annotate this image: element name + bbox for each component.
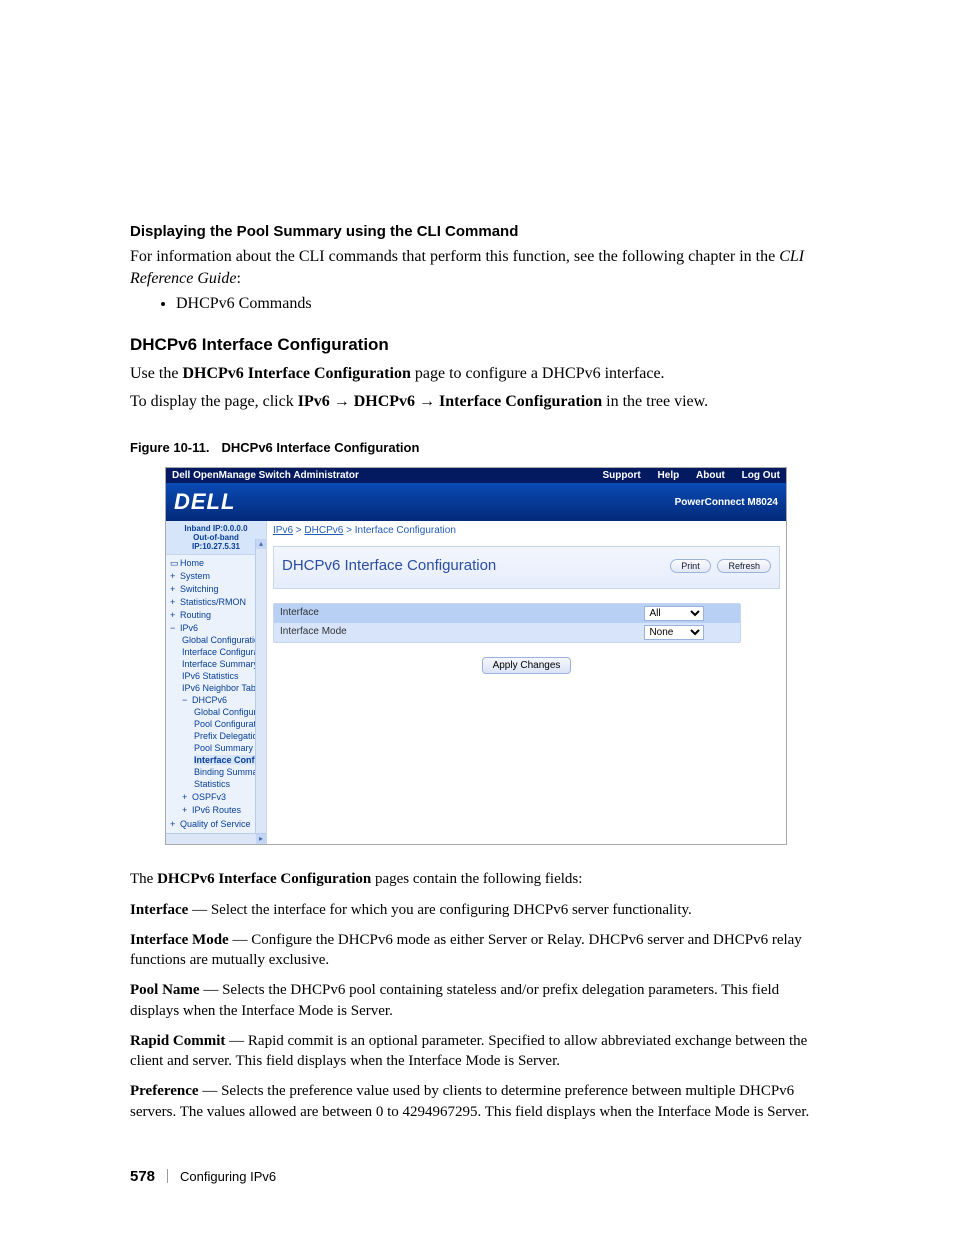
- sidebar-hscroll[interactable]: ▸: [166, 833, 266, 844]
- link-help[interactable]: Help: [658, 470, 680, 481]
- label: Home: [180, 558, 204, 568]
- chapter-name: Configuring IPv6: [180, 1169, 276, 1184]
- oob-ip: Out-of-band IP:10.27.5.31: [170, 533, 262, 551]
- tree-qos[interactable]: +Quality of Service: [170, 818, 266, 831]
- tree-ipv6-routes[interactable]: +IPv6 Routes: [182, 804, 266, 817]
- text: pages contain the following fields:: [371, 871, 582, 887]
- figure-title: DHCPv6 Interface Configuration: [221, 440, 419, 455]
- field-text: — Selects the preference value used by c…: [130, 1083, 809, 1119]
- para-cli-ref: For information about the CLI commands t…: [130, 246, 824, 289]
- scroll-right-icon[interactable]: ▸: [256, 834, 266, 844]
- tree-stats[interactable]: +Statistics/RMON: [170, 596, 266, 609]
- logo-bar: DELL PowerConnect M8024: [166, 483, 786, 521]
- label: Routing: [180, 610, 211, 620]
- text-bold: IPv6 → DHCPv6 → Interface Configuration: [298, 393, 602, 410]
- label: IPv6: [180, 623, 198, 633]
- para-use: Use the DHCPv6 Interface Configuration p…: [130, 363, 824, 385]
- text: in the tree view.: [602, 393, 708, 410]
- tree-iface-summary[interactable]: Interface Summary: [182, 658, 266, 670]
- field-text: — Select the interface for which you are…: [188, 902, 691, 918]
- mode-select[interactable]: None: [644, 625, 704, 640]
- field-desc-preference: Preference — Selects the preference valu…: [130, 1081, 824, 1122]
- label: Quality of Service: [180, 819, 251, 829]
- ip-box: Inband IP:0.0.0.0 Out-of-band IP:10.27.5…: [166, 521, 266, 555]
- main-panel: IPv6 > DHCPv6 > Interface Configuration …: [267, 521, 786, 844]
- tree-ipv6[interactable]: −IPv6 Global Configuration Interface Con…: [170, 622, 266, 818]
- form-label-mode: Interface Mode: [274, 623, 638, 642]
- tree-switching[interactable]: +Switching: [170, 583, 266, 596]
- field-label: Pool Name: [130, 982, 200, 998]
- divider: [167, 1169, 168, 1183]
- text: :: [236, 270, 240, 287]
- link-logout[interactable]: Log Out: [742, 470, 780, 481]
- print-button[interactable]: Print: [670, 559, 711, 573]
- field-label: Interface: [130, 902, 188, 918]
- field-desc-rapid: Rapid Commit — Rapid commit is an option…: [130, 1031, 824, 1072]
- label: IPv6 Routes: [192, 805, 241, 815]
- field-desc-pool: Pool Name — Selects the DHCPv6 pool cont…: [130, 980, 824, 1021]
- text: For information about the CLI commands t…: [130, 248, 779, 265]
- refresh-button[interactable]: Refresh: [717, 559, 771, 573]
- text: page to configure a DHCPv6 interface.: [411, 365, 665, 382]
- field-label: Interface Mode: [130, 932, 229, 948]
- crumb-dhcpv6[interactable]: DHCPv6: [304, 525, 343, 536]
- text: To display the page, click: [130, 393, 298, 410]
- scroll-up-icon[interactable]: ▴: [256, 539, 266, 549]
- text-bold: DHCPv6 Interface Configuration: [182, 365, 410, 382]
- label: Switching: [180, 584, 219, 594]
- field-desc-mode: Interface Mode — Configure the DHCPv6 mo…: [130, 930, 824, 971]
- para-fields-intro: The DHCPv6 Interface Configuration pages…: [130, 869, 824, 889]
- text-bold: DHCPv6 Interface Configuration: [157, 871, 371, 887]
- text: The: [130, 871, 157, 887]
- label: OSPFv3: [192, 792, 226, 802]
- label: Statistics/RMON: [180, 597, 246, 607]
- field-text: — Rapid commit is an optional parameter.…: [130, 1033, 807, 1069]
- logo: DELL: [174, 489, 235, 515]
- tree-home[interactable]: ▭Home: [170, 557, 266, 570]
- label: DHCPv6: [192, 695, 227, 705]
- field-label: Rapid Commit: [130, 1033, 225, 1049]
- para-display: To display the page, click IPv6 → DHCPv6…: [130, 391, 824, 413]
- tree-system[interactable]: +System: [170, 570, 266, 583]
- page-number: 578: [130, 1168, 155, 1185]
- link-support[interactable]: Support: [602, 470, 640, 481]
- figure-number: Figure 10-11.: [130, 440, 209, 455]
- form-panel: Interface All Interface Mode None: [273, 603, 741, 643]
- tree-global-config[interactable]: Global Configuration: [182, 634, 266, 646]
- model-label: PowerConnect M8024: [675, 497, 778, 508]
- figure-caption: Figure 10-11. DHCPv6 Interface Configurat…: [130, 440, 824, 455]
- form-label-interface: Interface: [274, 604, 638, 623]
- crumb-current: Interface Configuration: [355, 525, 456, 536]
- tree-dhcpv6[interactable]: −DHCPv6 Global Configurat Pool Configura…: [182, 694, 266, 791]
- embedded-screenshot: Dell OpenManage Switch Administrator Sup…: [165, 467, 787, 845]
- field-label: Preference: [130, 1083, 199, 1099]
- panel-title: DHCPv6 Interface Configuration: [282, 557, 496, 574]
- app-title: Dell OpenManage Switch Administrator: [172, 470, 359, 481]
- apply-changes-button[interactable]: Apply Changes: [482, 657, 572, 674]
- page-footer: 578 Configuring IPv6: [130, 1168, 824, 1185]
- field-text: — Configure the DHCPv6 mode as either Se…: [130, 932, 802, 968]
- tree-ospfv3[interactable]: +OSPFv3: [182, 791, 266, 804]
- field-text: — Selects the DHCPv6 pool containing sta…: [130, 982, 779, 1018]
- sidebar-vscroll[interactable]: ▴: [255, 539, 266, 844]
- crumb-ipv6[interactable]: IPv6: [273, 525, 293, 536]
- subheading-display-pool: Displaying the Pool Summary using the CL…: [130, 223, 824, 240]
- tree-routing[interactable]: +Routing: [170, 609, 266, 622]
- bullet-dhcpv6-commands: DHCPv6 Commands: [176, 295, 824, 313]
- inband-ip: Inband IP:0.0.0.0: [170, 524, 262, 533]
- tree-iface-config[interactable]: Interface Configurat: [182, 646, 266, 658]
- tree-ipv6-neighbor[interactable]: IPv6 Neighbor Table: [182, 682, 266, 694]
- link-about[interactable]: About: [696, 470, 725, 481]
- section-title: DHCPv6 Interface Configuration: [130, 335, 824, 355]
- field-desc-interface: Interface — Select the interface for whi…: [130, 900, 824, 920]
- breadcrumb: IPv6 > DHCPv6 > Interface Configuration: [273, 525, 780, 536]
- text: Use the: [130, 365, 182, 382]
- sidebar: Inband IP:0.0.0.0 Out-of-band IP:10.27.5…: [166, 521, 267, 844]
- window-header: Dell OpenManage Switch Administrator Sup…: [166, 468, 786, 483]
- label: System: [180, 571, 210, 581]
- tree-ipv6-stats[interactable]: IPv6 Statistics: [182, 670, 266, 682]
- interface-select[interactable]: All: [644, 606, 704, 621]
